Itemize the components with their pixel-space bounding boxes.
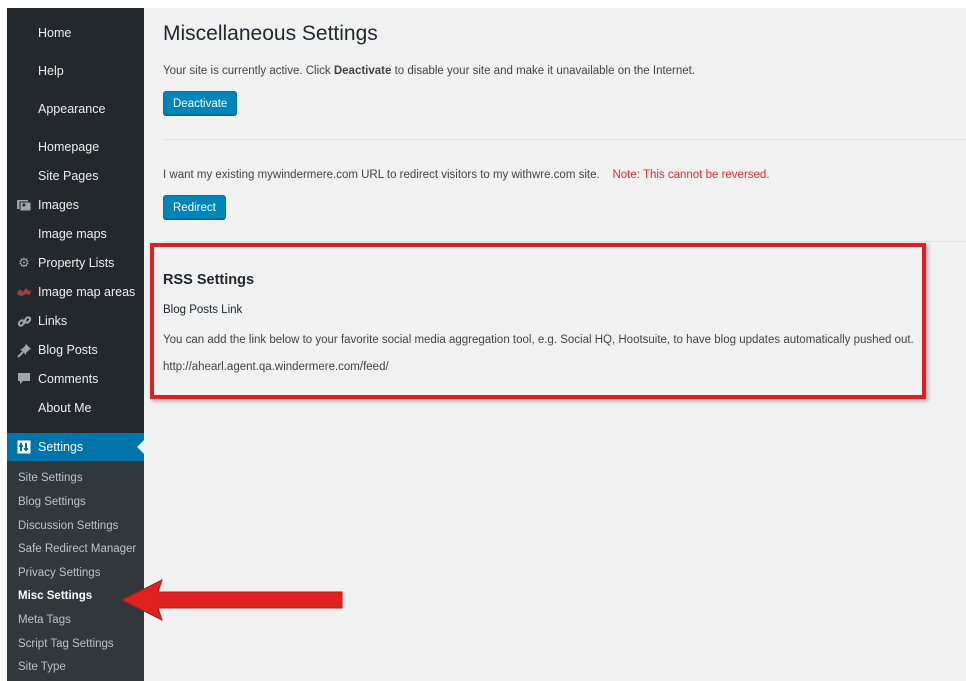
- rss-settings-highlight: [150, 243, 926, 399]
- sidebar-item-comments[interactable]: Comments: [7, 366, 144, 392]
- sidebar-item-appearance[interactable]: Appearance: [7, 96, 144, 122]
- sidebar-item-label: Appearance: [38, 102, 106, 116]
- sidebar-item-settings[interactable]: Settings: [7, 433, 144, 461]
- sidebar-item-label: Image maps: [38, 227, 107, 241]
- sidebar-item-site-pages[interactable]: Site Pages: [7, 163, 144, 189]
- redirect-text: I want my existing mywindermere.com URL …: [163, 169, 770, 181]
- sidebar-item-images[interactable]: Images: [7, 192, 144, 218]
- sidebar-item-label: Blog Posts: [38, 343, 98, 357]
- sidebar-item-image-maps[interactable]: Image maps: [7, 221, 144, 247]
- sidebar-item-label: Site Pages: [38, 169, 99, 183]
- active-caret: [137, 440, 144, 454]
- sidebar-item-homepage[interactable]: Homepage: [7, 134, 144, 160]
- deactivate-button[interactable]: Deactivate: [163, 91, 238, 115]
- site-status-text: Your site is currently active. Click Dea…: [163, 65, 695, 77]
- link-icon: [15, 308, 33, 334]
- submenu-item-script-tag-settings[interactable]: Script Tag Settings: [18, 634, 114, 654]
- section-divider: [163, 139, 966, 140]
- sidebar-item-blog-posts[interactable]: Blog Posts: [7, 337, 144, 363]
- submenu-item-privacy-settings[interactable]: Privacy Settings: [18, 563, 100, 583]
- status-text-part: Your site is currently active. Click: [163, 65, 334, 77]
- images-icon: [15, 192, 33, 218]
- status-text-part: to disable your site and make it unavail…: [391, 65, 696, 77]
- sidebar-item-label: Help: [38, 64, 64, 78]
- sidebar-item-label: Settings: [38, 440, 84, 454]
- settings-submenu: Site Settings Blog Settings Discussion S…: [7, 461, 144, 681]
- submenu-item-safe-redirect-manager[interactable]: Safe Redirect Manager: [18, 539, 136, 559]
- sidebar-item-label: Comments: [38, 372, 99, 386]
- status-text-bold: Deactivate: [333, 65, 392, 77]
- comment-icon: [15, 366, 33, 392]
- page-title: Miscellaneous Settings: [163, 22, 378, 45]
- rss-description: You can add the link below to your favor…: [163, 334, 914, 346]
- sidebar-item-label: Property Lists: [38, 256, 115, 270]
- submenu-item-meta-tags[interactable]: Meta Tags: [18, 610, 71, 630]
- rss-subheading: Blog Posts Link: [163, 304, 243, 316]
- settings-icon: [15, 433, 33, 461]
- sidebar-item-home[interactable]: Home: [7, 20, 144, 46]
- map-areas-icon: [15, 279, 33, 305]
- sidebar-item-label: Image map areas: [38, 285, 136, 299]
- sidebar-item-label: Images: [38, 198, 79, 212]
- sidebar-item-about-me[interactable]: About Me: [7, 395, 144, 421]
- sidebar-item-links[interactable]: Links: [7, 308, 144, 334]
- sidebar-item-label: About Me: [38, 401, 92, 415]
- sidebar-item-label: Home: [38, 26, 72, 40]
- rss-feed-url: http://ahearl.agent.qa.windermere.com/fe…: [163, 361, 389, 373]
- sidebar-item-property-lists[interactable]: ⚙ Property Lists: [7, 250, 144, 276]
- sidebar-item-label: Links: [38, 314, 68, 328]
- rss-heading: RSS Settings: [163, 272, 255, 288]
- sidebar-item-label: Homepage: [38, 140, 100, 154]
- gear-icon: ⚙: [18, 255, 30, 270]
- sidebar-item-help[interactable]: Help: [7, 58, 144, 84]
- app-frame: Home Help Appearance Homepage Site Pages…: [7, 8, 966, 681]
- redirect-description: I want my existing mywindermere.com URL …: [163, 169, 600, 181]
- redirect-note: Note: This cannot be reversed.: [612, 169, 770, 181]
- submenu-item-misc-settings[interactable]: Misc Settings: [18, 586, 92, 606]
- sidebar-item-image-map-areas[interactable]: Image map areas: [7, 279, 144, 305]
- submenu-item-site-settings[interactable]: Site Settings: [18, 468, 83, 488]
- section-divider: [163, 241, 966, 242]
- submenu-item-site-type[interactable]: Site Type: [18, 657, 66, 677]
- pushpin-icon: [15, 337, 33, 363]
- annotation-arrow-icon: [120, 579, 343, 621]
- submenu-item-blog-settings[interactable]: Blog Settings: [18, 492, 86, 512]
- submenu-item-discussion-settings[interactable]: Discussion Settings: [18, 516, 118, 536]
- redirect-button[interactable]: Redirect: [163, 195, 226, 219]
